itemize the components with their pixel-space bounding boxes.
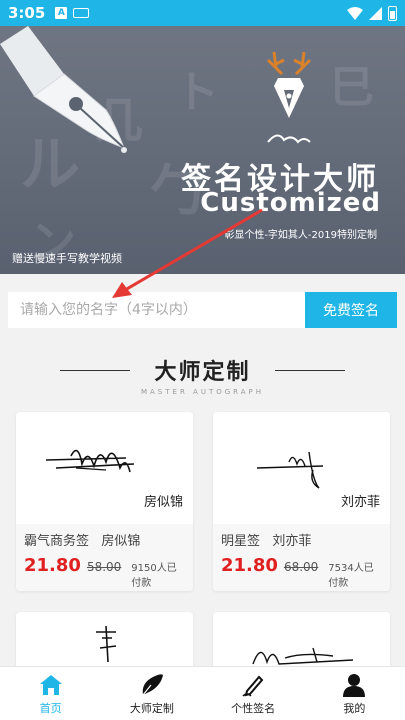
decor-calligraphy: 巳 — [330, 62, 374, 113]
price-row: 21.80 58.00 9150人已付款 — [24, 555, 185, 589]
banner-subtitle: Customized — [200, 188, 381, 218]
banner-slogan: 彰显个性-字如其人-2019特别定制 — [224, 230, 377, 241]
original-price: 68.00 — [283, 560, 319, 574]
notification-a-icon: A — [55, 7, 68, 19]
signature-preview: 房似锦 — [16, 412, 193, 524]
product-card[interactable] — [213, 612, 390, 672]
banner[interactable]: ル 几 勹 ト 巳 ン 签名设计大师 Customized 彰显个性-字如其人-… — [0, 26, 405, 274]
original-price: 58.00 — [86, 560, 122, 574]
signature-image — [96, 625, 117, 663]
section-title: 大师定制 — [154, 360, 251, 385]
banner-promo: 赠送慢速手写教学视频 — [12, 252, 122, 265]
pen-nib-icon — [142, 673, 163, 695]
card-info: 霸气商务签 房似锦 21.80 58.00 9150人已付款 — [16, 524, 193, 591]
paid-count: 7534人已付款 — [328, 563, 374, 589]
user-icon — [343, 673, 366, 697]
signature-image — [252, 647, 354, 665]
name-input[interactable] — [8, 292, 305, 328]
nav-item-home[interactable]: 首页 — [0, 667, 101, 720]
product-name: 霸气商务签 房似锦 — [24, 534, 141, 549]
nav-item-personal-sign[interactable]: 个性签名 — [203, 667, 304, 720]
nav-label: 首页 — [39, 701, 62, 715]
edit-signature-icon — [242, 675, 264, 697]
signature-preview: 刘亦菲 — [213, 412, 390, 524]
sale-price: 21.80 — [24, 555, 81, 576]
product-card[interactable]: 刘亦菲 明星签 刘亦菲 21.80 68.00 7534人已付款 — [213, 412, 390, 591]
status-bar: 3:05 A — [0, 0, 405, 26]
home-icon — [39, 674, 62, 695]
section-subtitle: MASTER AUTOGRAPH — [140, 388, 265, 396]
price-row: 21.80 68.00 7534人已付款 — [221, 555, 382, 589]
sale-price: 21.80 — [221, 555, 278, 576]
product-name: 明星签 刘亦菲 — [221, 534, 312, 549]
battery-icon — [388, 5, 397, 21]
status-time: 3:05 — [8, 4, 46, 22]
signature-label: 房似锦 — [143, 495, 183, 510]
free-sign-button[interactable]: 免费签名 — [305, 292, 397, 328]
paid-count: 9150人已付款 — [131, 563, 177, 589]
deer-logo-icon — [266, 51, 312, 144]
nav-label: 我的 — [343, 701, 366, 715]
bottom-nav: 首页 大师定制 个性签名 我的 — [0, 666, 405, 720]
wifi-icon — [347, 6, 363, 20]
product-card[interactable]: 房似锦 霸气商务签 房似锦 21.80 58.00 9150人已付款 — [16, 412, 193, 591]
signature-label: 刘亦菲 — [340, 495, 380, 510]
keyboard-icon — [73, 8, 90, 18]
nav-label: 个性签名 — [231, 701, 276, 715]
nav-item-master-custom[interactable]: 大师定制 — [101, 667, 202, 720]
product-card[interactable] — [16, 612, 193, 672]
nav-label: 大师定制 — [129, 701, 174, 715]
decor-calligraphy: ト — [175, 67, 219, 118]
nav-item-mine[interactable]: 我的 — [304, 667, 405, 720]
signal-icon — [369, 6, 382, 20]
fountain-pen-icon — [0, 26, 127, 153]
card-info: 明星签 刘亦菲 21.80 68.00 7534人已付款 — [213, 524, 390, 591]
